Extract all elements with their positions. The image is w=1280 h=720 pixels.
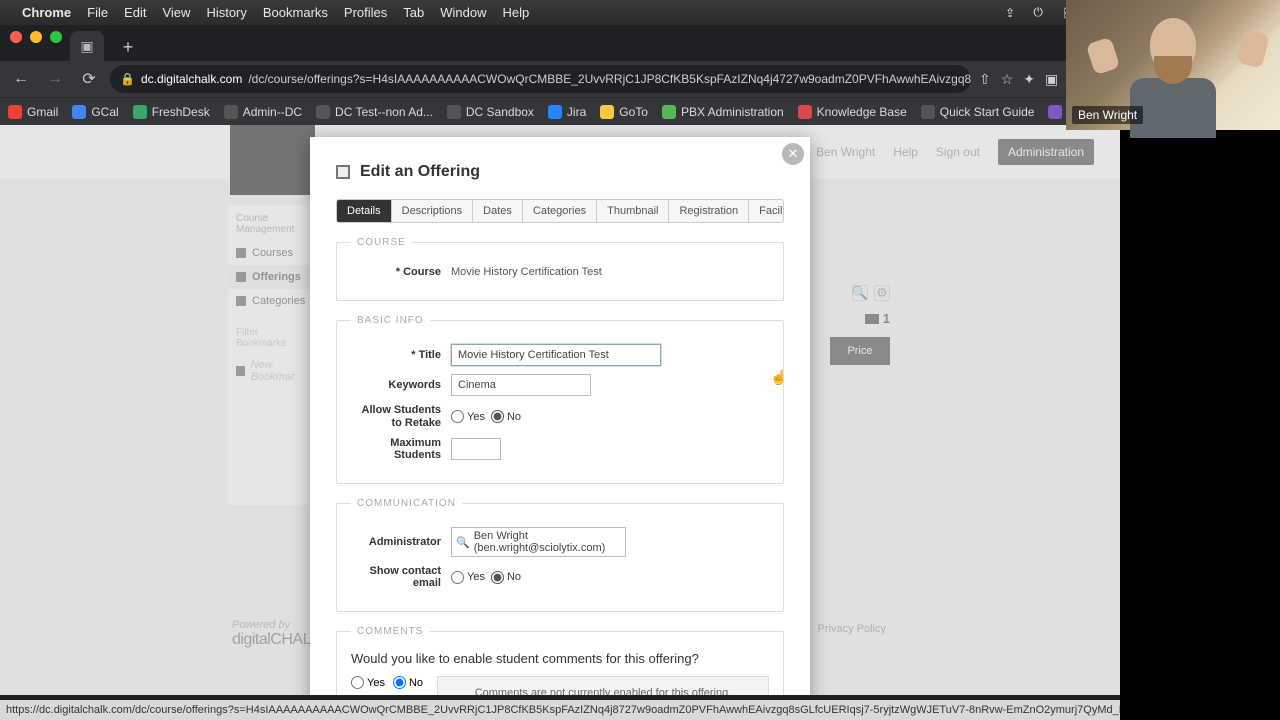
course-legend: COURSE bbox=[351, 237, 412, 248]
keywords-input[interactable] bbox=[451, 374, 591, 396]
power-icon[interactable]: ⏻ bbox=[1031, 5, 1045, 20]
max-students-input[interactable] bbox=[451, 438, 501, 460]
retake-radio-group: Yes No bbox=[451, 410, 521, 423]
address-bar[interactable]: 🔒 dc.digitalchalk.com /dc/course/offerin… bbox=[110, 65, 971, 93]
window-close[interactable] bbox=[10, 31, 22, 43]
tab-thumbnail[interactable]: Thumbnail bbox=[597, 200, 669, 222]
lock-icon: 🔒 bbox=[120, 72, 135, 86]
app-name[interactable]: Chrome bbox=[22, 5, 71, 20]
administrator-label: Administrator bbox=[351, 536, 451, 548]
window-zoom[interactable] bbox=[50, 31, 62, 43]
status-url: https://dc.digitalchalk.com/dc/course/of… bbox=[6, 704, 1120, 716]
title-input[interactable] bbox=[451, 344, 661, 366]
administrator-input[interactable]: 🔍 Ben Wright (ben.wright@sciolytix.com) bbox=[451, 527, 626, 557]
url-host: dc.digitalchalk.com bbox=[141, 72, 242, 86]
modal-close-button[interactable]: ✕ bbox=[782, 143, 804, 165]
airdrop-icon[interactable]: ⇪ bbox=[1003, 6, 1017, 20]
window-minimize[interactable] bbox=[30, 31, 42, 43]
bookmark-goto[interactable]: GoTo bbox=[600, 105, 648, 119]
basic-info-fieldset: BASIC INFO * Title Keywords Allow Studen… bbox=[336, 315, 784, 484]
basic-legend: BASIC INFO bbox=[351, 315, 430, 326]
tab-descriptions[interactable]: Descriptions bbox=[392, 200, 474, 222]
reload-button[interactable]: ⟳ bbox=[76, 66, 102, 92]
panel-icon[interactable]: ▣ bbox=[1045, 71, 1058, 88]
bookmark-gcal[interactable]: GCal bbox=[72, 105, 118, 119]
menu-window[interactable]: Window bbox=[440, 5, 486, 20]
bookmark-kb[interactable]: Knowledge Base bbox=[798, 105, 907, 119]
comments-radio-group: Yes No bbox=[351, 676, 423, 689]
administrator-value: Ben Wright (ben.wright@sciolytix.com) bbox=[474, 530, 621, 554]
menu-bookmarks[interactable]: Bookmarks bbox=[263, 5, 328, 20]
menu-tab[interactable]: Tab bbox=[403, 5, 424, 20]
browser-window: ▣ + ← → ⟳ 🔒 dc.digitalchalk.com /dc/cour… bbox=[0, 25, 1120, 720]
course-fieldset: COURSE * Course Movie History Certificat… bbox=[336, 237, 784, 301]
max-students-label: Maximum Students bbox=[351, 437, 451, 461]
tab-details[interactable]: Details bbox=[337, 200, 392, 222]
menu-history[interactable]: History bbox=[206, 5, 246, 20]
toolbar-actions: ⇧ ☆ ✦ ▣ ⬆ bbox=[979, 71, 1080, 88]
new-tab-button[interactable]: + bbox=[114, 33, 142, 61]
webcam-overlay: Ben Wright bbox=[1066, 0, 1280, 130]
url-path: /dc/course/offerings?s=H4sIAAAAAAAAAACWO… bbox=[248, 72, 971, 86]
show-email-label: Show contact email bbox=[351, 565, 451, 589]
modal-tabs: Details Descriptions Dates Categories Th… bbox=[336, 199, 784, 223]
star-icon[interactable]: ☆ bbox=[1001, 71, 1014, 88]
menu-help[interactable]: Help bbox=[503, 5, 530, 20]
comments-yes[interactable]: Yes bbox=[351, 676, 385, 689]
email-yes[interactable]: Yes bbox=[451, 571, 485, 584]
title-label: * Title bbox=[351, 349, 451, 361]
menu-edit[interactable]: Edit bbox=[124, 5, 146, 20]
tab-strip: ▣ + bbox=[0, 25, 1120, 61]
bookmark-admin-dc[interactable]: Admin--DC bbox=[224, 105, 302, 119]
back-button[interactable]: ← bbox=[8, 66, 34, 92]
bookmark-dc-test[interactable]: DC Test--non Ad... bbox=[316, 105, 433, 119]
retake-no[interactable]: No bbox=[491, 410, 521, 423]
comments-no[interactable]: No bbox=[393, 676, 423, 689]
bookmark-jira[interactable]: Jira bbox=[548, 105, 586, 119]
bookmark-pbx[interactable]: PBX Administration bbox=[662, 105, 784, 119]
status-bar: https://dc.digitalchalk.com/dc/course/of… bbox=[0, 700, 1120, 720]
tab-dates[interactable]: Dates bbox=[473, 200, 523, 222]
window-controls bbox=[10, 31, 62, 43]
browser-tab-1[interactable]: ▣ bbox=[70, 31, 104, 61]
menu-view[interactable]: View bbox=[162, 5, 190, 20]
show-email-radio-group: Yes No bbox=[451, 571, 521, 584]
extensions-icon[interactable]: ✦ bbox=[1023, 71, 1035, 88]
edit-offering-modal: ✕ Edit an Offering Details Descriptions … bbox=[310, 137, 810, 695]
menu-profiles[interactable]: Profiles bbox=[344, 5, 387, 20]
forward-button[interactable]: → bbox=[42, 66, 68, 92]
bookmark-qsg[interactable]: Quick Start Guide bbox=[921, 105, 1035, 119]
bookmark-freshdesk[interactable]: FreshDesk bbox=[133, 105, 210, 119]
communication-legend: COMMUNICATION bbox=[351, 498, 462, 509]
page-viewport: Ben Wright Ben Wright Help Sign out Admi… bbox=[0, 125, 1120, 695]
retake-label: Allow Students to Retake bbox=[351, 404, 451, 429]
email-no[interactable]: No bbox=[491, 571, 521, 584]
comments-legend: COMMENTS bbox=[351, 626, 429, 637]
tab-registration[interactable]: Registration bbox=[669, 200, 749, 222]
course-value: Movie History Certification Test bbox=[451, 266, 602, 278]
bookmark-gmail[interactable]: Gmail bbox=[8, 105, 58, 119]
tab-facilitators[interactable]: Facilitators bbox=[749, 200, 784, 222]
communication-fieldset: COMMUNICATION Administrator 🔍 Ben Wright… bbox=[336, 498, 784, 612]
retake-yes[interactable]: Yes bbox=[451, 410, 485, 423]
course-label: * Course bbox=[351, 266, 451, 278]
comments-fieldset: COMMENTS Would you like to enable studen… bbox=[336, 626, 784, 695]
comments-question: Would you like to enable student comment… bbox=[351, 651, 769, 666]
search-icon-inline: 🔍 bbox=[456, 536, 470, 549]
comments-note: Comments are not currently enabled for t… bbox=[437, 676, 769, 695]
bookmark-dc-sandbox[interactable]: DC Sandbox bbox=[447, 105, 534, 119]
menu-file[interactable]: File bbox=[87, 5, 108, 20]
modal-title-icon bbox=[336, 165, 350, 179]
share-icon[interactable]: ⇧ bbox=[979, 71, 991, 88]
webcam-name: Ben Wright bbox=[1072, 106, 1143, 124]
tab-categories[interactable]: Categories bbox=[523, 200, 597, 222]
browser-toolbar: ← → ⟳ 🔒 dc.digitalchalk.com /dc/course/o… bbox=[0, 61, 1120, 97]
keywords-label: Keywords bbox=[351, 379, 451, 391]
modal-title: Edit an Offering bbox=[336, 163, 784, 181]
bookmarks-bar: Gmail GCal FreshDesk Admin--DC DC Test--… bbox=[0, 97, 1120, 125]
